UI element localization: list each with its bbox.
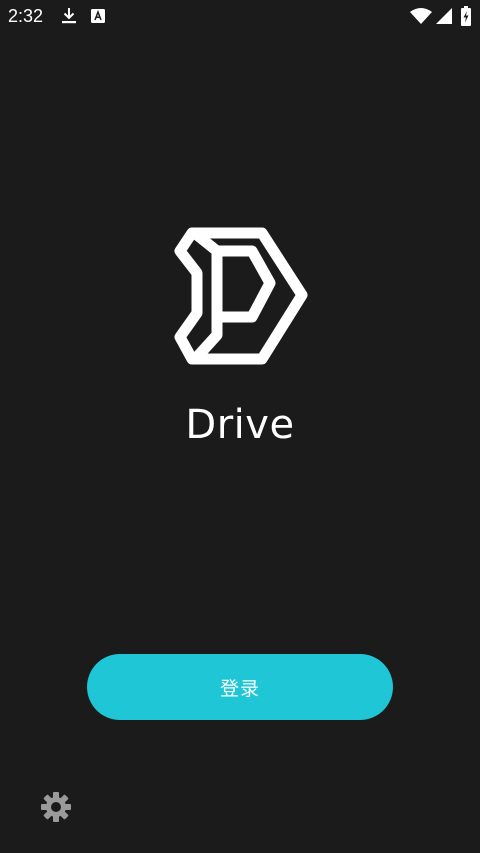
login-button[interactable]: 登录 xyxy=(87,654,393,720)
gear-icon[interactable] xyxy=(40,791,72,823)
login-button-label: 登录 xyxy=(219,677,260,700)
drive-logo-icon xyxy=(174,227,308,365)
app-name: Drive xyxy=(185,402,295,448)
signal-icon xyxy=(436,8,452,24)
download-icon xyxy=(62,8,76,24)
wifi-icon xyxy=(410,8,432,24)
login-screen: 2:32 Drive 登录 xyxy=(0,0,480,853)
accessibility-a-icon xyxy=(91,9,105,23)
status-time: 2:32 xyxy=(8,6,44,26)
status-bar: 2:32 xyxy=(0,0,480,34)
battery-charging-icon xyxy=(461,6,471,26)
